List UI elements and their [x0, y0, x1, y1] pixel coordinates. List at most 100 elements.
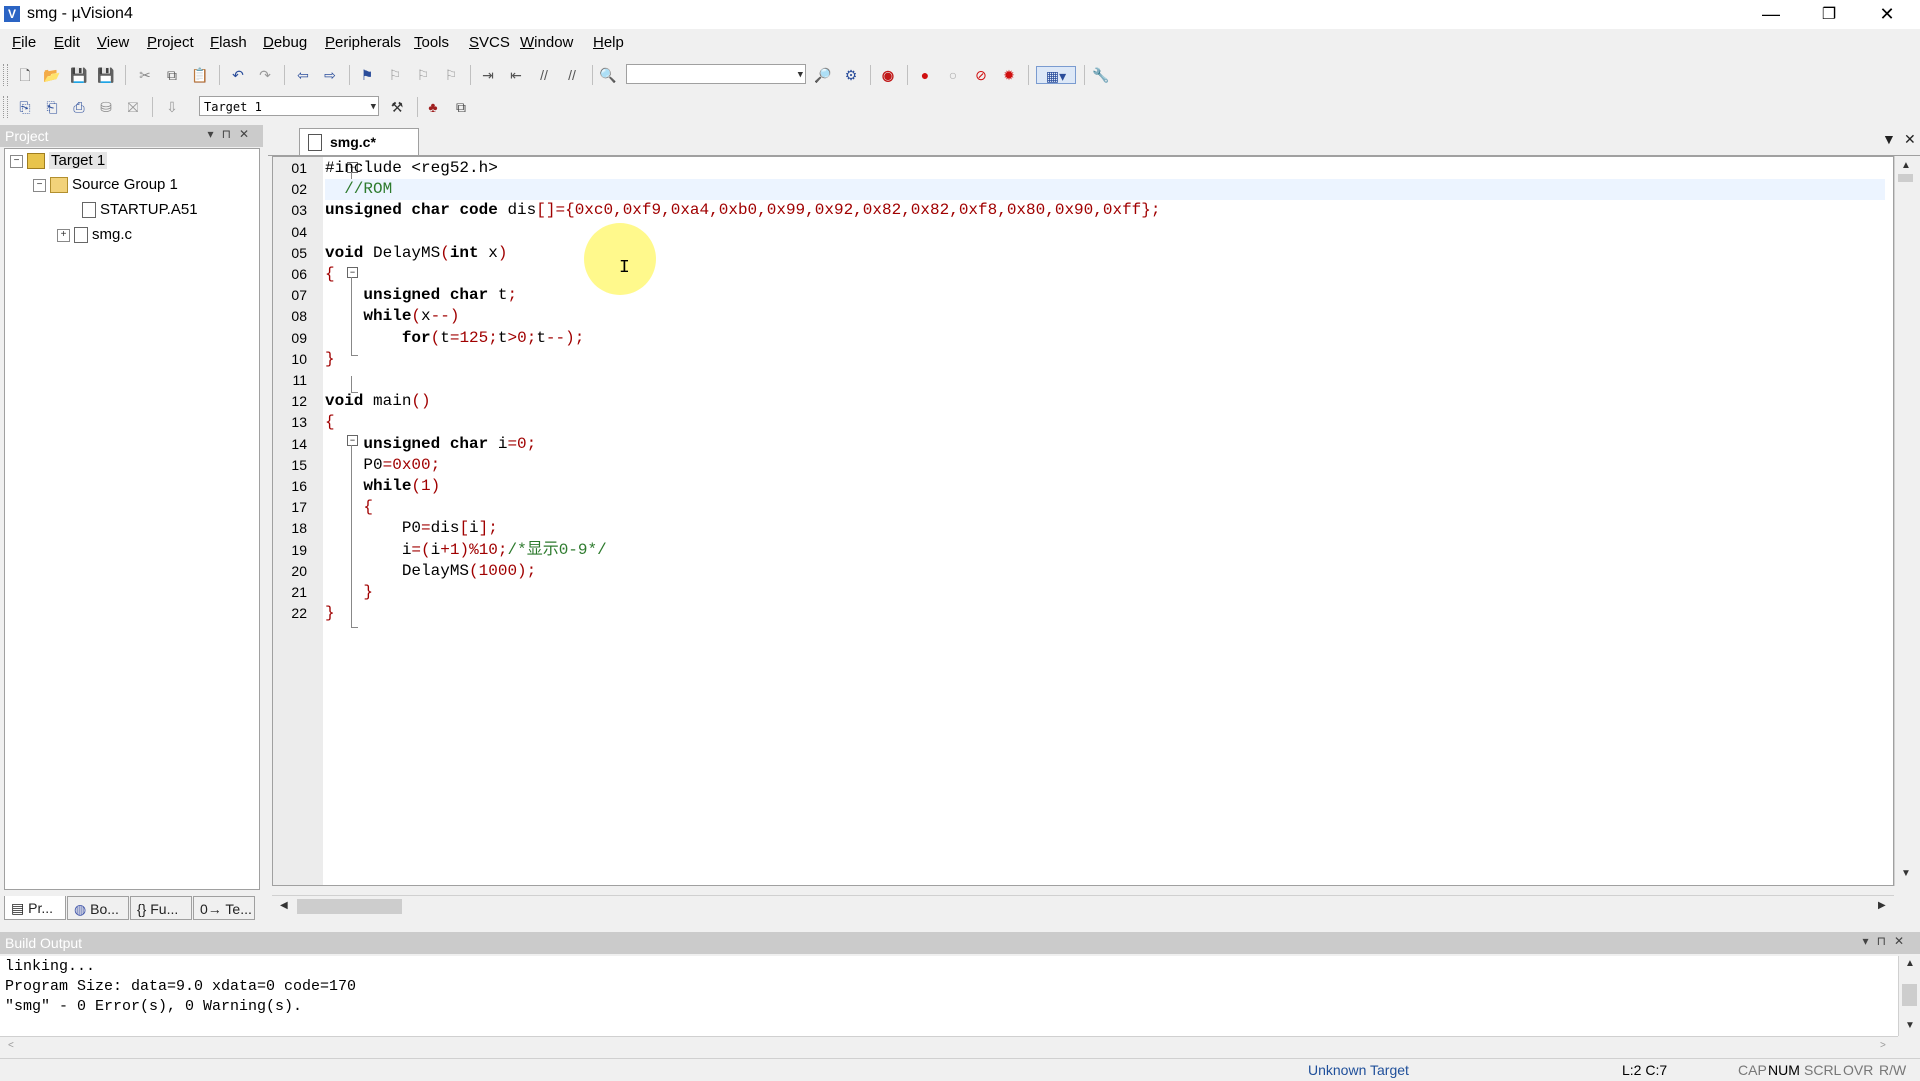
toolbar-grip[interactable] [3, 96, 8, 118]
scroll-right-icon[interactable]: ▶ [1878, 900, 1886, 911]
navigate-back-icon[interactable]: ⇦ [294, 66, 312, 84]
new-file-icon[interactable]: 🗋 [16, 66, 34, 84]
tab-books[interactable]: ◍ Bo... [67, 896, 129, 920]
tree-node-file[interactable]: STARTUP.A51 [82, 199, 198, 221]
scrollbar-thumb[interactable] [297, 899, 402, 914]
scroll-up-icon[interactable]: ▲ [1901, 160, 1911, 171]
code-line[interactable]: } [325, 349, 1885, 370]
tree-node-source-group[interactable]: − Source Group 1 [33, 174, 178, 196]
tab-project[interactable]: ▤ Pr... [4, 896, 66, 920]
code-editor[interactable]: 01 02 03 04 05 06 07 08 09 10 11 12 13 14 15 16 17 18 19 20… [272, 156, 1894, 886]
cut-icon[interactable]: ✂ [136, 66, 154, 84]
code-line[interactable]: DelayMS(1000); [325, 561, 1885, 582]
download-icon[interactable]: ⇩ [163, 98, 181, 116]
scrollbar-thumb[interactable] [1902, 984, 1917, 1006]
find-combo[interactable]: ▼ [626, 64, 806, 84]
close-icon[interactable]: ✕ [239, 127, 257, 141]
translate-icon[interactable]: ⎘ [16, 98, 34, 116]
target-options-icon[interactable]: ⚒ [388, 98, 406, 116]
kill-breakpoints-icon[interactable]: ✹ [1000, 66, 1018, 84]
enable-breakpoint-icon[interactable]: ○ [944, 66, 962, 84]
toolbar-grip[interactable] [3, 64, 8, 86]
code-line[interactable]: while(x--) [325, 306, 1885, 327]
indent-icon[interactable]: ⇥ [479, 66, 497, 84]
code-line[interactable]: { [325, 412, 1885, 433]
navigate-forward-icon[interactable]: ⇨ [321, 66, 339, 84]
menu-debug[interactable]: Debug [263, 34, 307, 51]
bookmark-next-icon[interactable]: ⚐ [414, 66, 432, 84]
code-line[interactable]: unsigned char t; [325, 285, 1885, 306]
close-icon[interactable]: ✕ [1894, 934, 1912, 948]
scrollbar-thumb[interactable] [1898, 174, 1913, 182]
code-line[interactable]: } [325, 582, 1885, 603]
scroll-left-icon[interactable]: ◀ [280, 900, 288, 911]
save-all-icon[interactable]: 💾 [97, 66, 115, 84]
menu-flash[interactable]: Flash [210, 34, 247, 51]
code-line[interactable] [325, 222, 1885, 243]
window-layout-icon[interactable]: ▦▾ [1036, 66, 1076, 84]
uncomment-icon[interactable]: // [563, 66, 581, 84]
menu-tools[interactable]: Tools [414, 34, 449, 51]
code-line[interactable]: { [325, 497, 1885, 518]
tab-functions[interactable]: {} Fu... [130, 896, 192, 920]
pin-icon[interactable]: ⊓ [222, 127, 239, 141]
code-line[interactable]: unsigned char i=0; [325, 434, 1885, 455]
scroll-left-icon[interactable]: < [8, 1040, 14, 1051]
pane-menu-icon[interactable]: ▾ [1863, 934, 1877, 948]
open-file-icon[interactable]: 📂 [43, 66, 61, 84]
code-line[interactable]: } [325, 603, 1885, 624]
build-output-text[interactable]: linking... Program Size: data=9.0 xdata=… [0, 956, 1898, 1036]
menu-file[interactable]: File [12, 34, 36, 51]
tree-node-target[interactable]: − Target 1 [10, 150, 108, 172]
output-horizontal-scrollbar[interactable]: < > [0, 1036, 1898, 1057]
undo-icon[interactable]: ↶ [229, 66, 247, 84]
bookmark-toggle-icon[interactable]: ⚑ [358, 66, 376, 84]
code-line[interactable]: while(1) [325, 476, 1885, 497]
expand-icon[interactable]: + [57, 228, 70, 242]
code-line[interactable]: { [325, 264, 1885, 285]
menu-view[interactable]: View [97, 34, 129, 51]
menu-help[interactable]: Help [593, 34, 624, 51]
code-line[interactable]: for(t=125;t>0;t--); [325, 328, 1885, 349]
rebuild-icon[interactable]: ⎙ [70, 98, 88, 116]
stop-build-icon[interactable]: ⛝ [124, 98, 142, 116]
minimize-button[interactable]: — [1748, 0, 1794, 29]
scroll-up-icon[interactable]: ▲ [1905, 958, 1915, 969]
code-line[interactable]: unsigned char code dis[]={0xc0,0xf9,0xa4… [325, 200, 1885, 221]
output-vertical-scrollbar[interactable]: ▲ ▼ [1898, 956, 1920, 1036]
find-icon[interactable]: 🔎 [814, 66, 832, 84]
code-line[interactable]: void DelayMS(int x) [325, 243, 1885, 264]
code-line[interactable]: #include <reg52.h> [325, 158, 1885, 179]
comment-icon[interactable]: // [535, 66, 553, 84]
multi-project-icon[interactable]: ⧉ [452, 98, 470, 116]
menu-project[interactable]: Project [147, 34, 194, 51]
menu-edit[interactable]: Edit [54, 34, 80, 51]
scroll-down-icon[interactable]: ▼ [1901, 868, 1911, 879]
debug-session-icon[interactable]: ◉ [879, 66, 897, 84]
tree-node-file[interactable]: + smg.c [57, 224, 132, 246]
close-tab-icon[interactable]: ✕ [1904, 131, 1916, 148]
bookmark-clear-icon[interactable]: ⚐ [442, 66, 460, 84]
save-icon[interactable]: 💾 [70, 66, 88, 84]
chevron-down-icon[interactable]: ▼ [371, 97, 376, 117]
target-combo[interactable]: Target 1 ▼ [199, 96, 379, 116]
code-line[interactable]: i=(i+1)%10;/*显示0-9*/ [325, 540, 1885, 561]
manage-components-icon[interactable]: ♣ [424, 98, 442, 116]
insert-breakpoint-icon[interactable]: ● [916, 66, 934, 84]
copy-icon[interactable]: ⧉ [163, 66, 181, 84]
paste-icon[interactable]: 📋 [191, 66, 209, 84]
collapse-icon[interactable]: − [10, 154, 23, 168]
collapse-icon[interactable]: − [33, 178, 46, 192]
batch-build-icon[interactable]: ⛁ [97, 98, 115, 116]
scroll-right-icon[interactable]: > [1880, 1040, 1886, 1051]
find-in-files-icon[interactable]: 🔍 [599, 66, 617, 84]
scroll-down-icon[interactable]: ▼ [1905, 1020, 1915, 1031]
menu-peripherals[interactable]: Peripherals [325, 34, 401, 51]
redo-icon[interactable]: ↷ [256, 66, 274, 84]
close-button[interactable]: ✕ [1864, 0, 1910, 29]
code-line[interactable]: void main() [325, 391, 1885, 412]
pane-menu-icon[interactable]: ▾ [208, 127, 222, 141]
disable-breakpoints-icon[interactable]: ⊘ [972, 66, 990, 84]
maximize-button[interactable]: ❐ [1806, 0, 1852, 29]
editor-tab-smg-c[interactable]: smg.c* [299, 128, 419, 155]
